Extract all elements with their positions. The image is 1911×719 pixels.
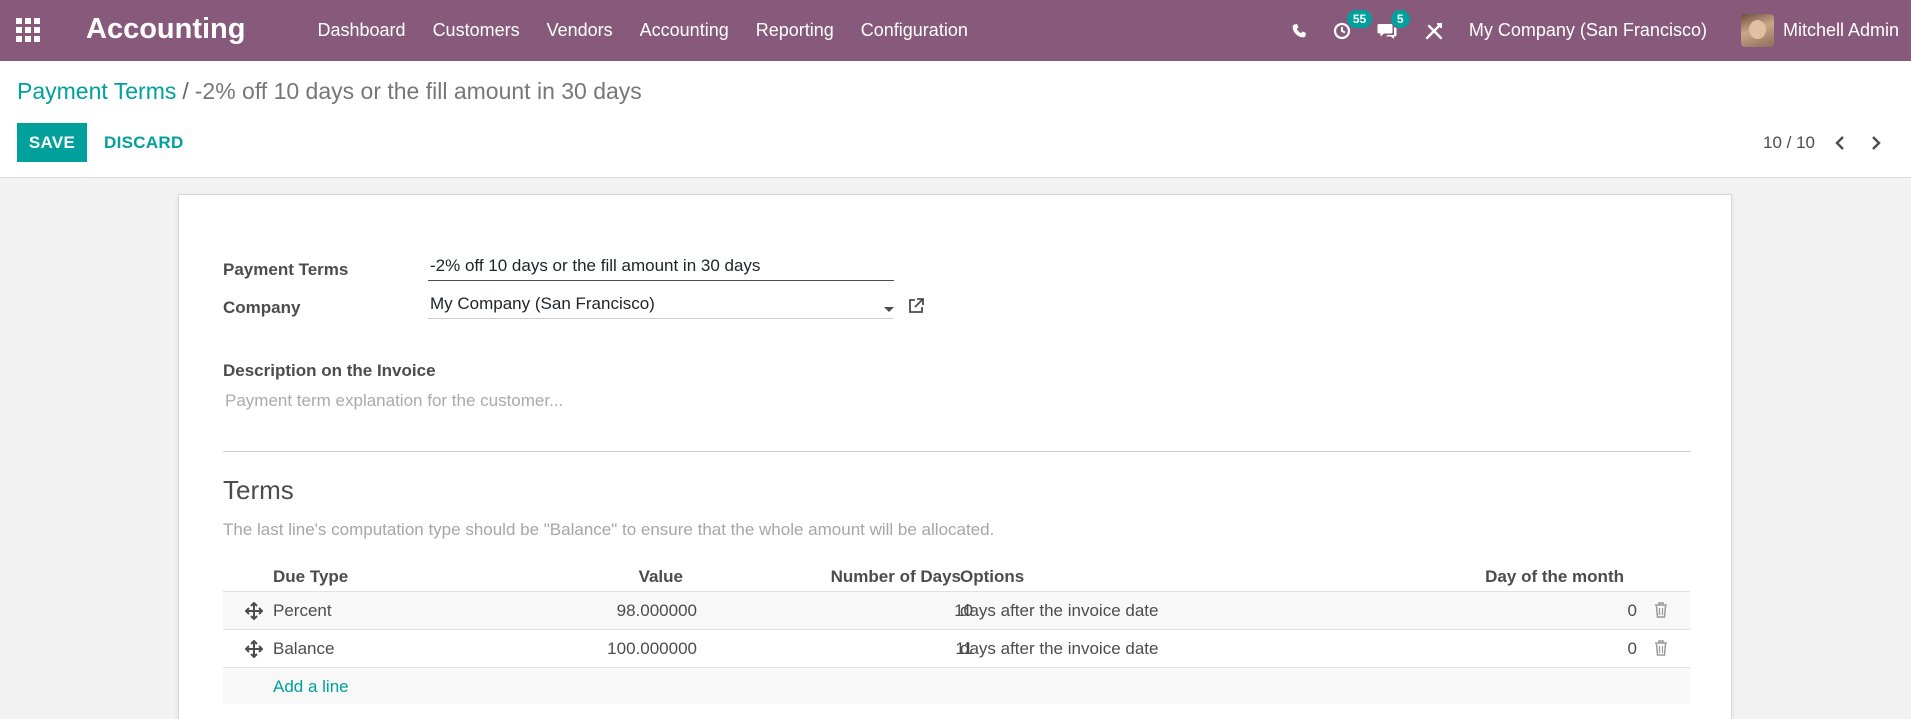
cell-number-of-days: 10 bbox=[954, 601, 973, 620]
menu-item-customers[interactable]: Customers bbox=[419, 20, 533, 41]
divider bbox=[223, 451, 1690, 452]
main-menu: Dashboard Customers Vendors Accounting R… bbox=[304, 0, 981, 61]
add-line-link[interactable]: Add a line bbox=[273, 677, 349, 697]
terms-section-title: Terms bbox=[223, 475, 294, 505]
add-line-row: Add a line bbox=[223, 667, 1690, 704]
company-select[interactable] bbox=[428, 289, 894, 319]
company-label: Company bbox=[223, 298, 301, 317]
drag-handle-icon[interactable] bbox=[244, 639, 264, 663]
menu-item-accounting[interactable]: Accounting bbox=[626, 20, 742, 41]
activity-badge: 55 bbox=[1346, 9, 1373, 28]
chevron-down-icon[interactable] bbox=[884, 307, 894, 312]
table-row[interactable]: Percent 98.000000 10 days after the invo… bbox=[223, 591, 1690, 629]
chevron-right-icon bbox=[1872, 136, 1881, 150]
chevron-left-icon bbox=[1835, 136, 1844, 150]
clock-activity-icon[interactable]: 55 bbox=[1333, 9, 1373, 40]
apps-grid-icon[interactable] bbox=[16, 18, 42, 42]
cell-due-type: Balance bbox=[273, 639, 335, 658]
column-header-day-of-month[interactable]: Day of the month bbox=[1423, 567, 1624, 587]
breadcrumb-current: -2% off 10 days or the fill amount in 30… bbox=[194, 78, 642, 104]
user-name: Mitchell Admin bbox=[1782, 20, 1899, 40]
discard-button[interactable]: DISCARD bbox=[96, 123, 192, 162]
form-sheet: Payment Terms Company Description on the… bbox=[178, 194, 1732, 719]
pager-next-button[interactable] bbox=[1863, 132, 1889, 154]
cell-options: days after the invoice date bbox=[960, 601, 1159, 620]
top-navbar: Accounting Dashboard Customers Vendors A… bbox=[0, 0, 1911, 61]
breadcrumb-parent[interactable]: Payment Terms bbox=[17, 78, 176, 104]
external-link-icon[interactable] bbox=[907, 297, 925, 320]
column-header-options[interactable]: Options bbox=[960, 567, 1024, 587]
description-label: Description on the Invoice bbox=[223, 361, 436, 380]
terms-help-text: The last line's computation type should … bbox=[223, 520, 995, 539]
menu-item-vendors[interactable]: Vendors bbox=[533, 20, 626, 41]
avatar bbox=[1740, 14, 1774, 47]
phone-icon[interactable] bbox=[1291, 23, 1307, 39]
cell-due-type: Percent bbox=[273, 601, 332, 620]
save-button[interactable]: SAVE bbox=[17, 123, 87, 162]
chat-icon[interactable]: 5 bbox=[1377, 9, 1410, 40]
cell-day-of-month: 0 bbox=[1627, 639, 1637, 658]
systray: 55 5 My Company (San Francisco) Mitchell… bbox=[1291, 0, 1911, 61]
column-header-number-of-days[interactable]: Number of Days bbox=[763, 567, 961, 587]
company-switcher[interactable]: My Company (San Francisco) bbox=[1469, 20, 1707, 41]
messages-badge: 5 bbox=[1390, 9, 1410, 28]
menu-item-reporting[interactable]: Reporting bbox=[742, 20, 847, 41]
table-row[interactable]: Balance 100.000000 11 days after the inv… bbox=[223, 629, 1690, 667]
drag-handle-icon[interactable] bbox=[244, 601, 264, 625]
app-title[interactable]: Accounting bbox=[86, 13, 246, 46]
control-panel: Payment Terms / -2% off 10 days or the fil… bbox=[0, 61, 1911, 178]
breadcrumb: Payment Terms / -2% off 10 days or the fil… bbox=[17, 78, 642, 105]
debug-tools-icon[interactable] bbox=[1425, 22, 1443, 40]
cell-options: days after the invoice date bbox=[960, 639, 1159, 658]
menu-item-configuration[interactable]: Configuration bbox=[847, 20, 981, 41]
cell-day-of-month: 0 bbox=[1627, 601, 1637, 620]
breadcrumb-separator: / bbox=[182, 78, 189, 104]
pager-previous-button[interactable] bbox=[1827, 132, 1853, 154]
payment-terms-input[interactable] bbox=[428, 251, 894, 281]
column-header-value[interactable]: Value bbox=[611, 567, 683, 587]
trash-icon[interactable] bbox=[1654, 602, 1668, 623]
payment-terms-label: Payment Terms bbox=[223, 260, 349, 279]
cell-value: 98.000000 bbox=[616, 601, 697, 620]
description-input[interactable]: Payment term explanation for the custome… bbox=[225, 391, 563, 411]
trash-icon[interactable] bbox=[1654, 640, 1668, 661]
user-menu[interactable]: Mitchell Admin bbox=[1740, 14, 1899, 47]
pager-value[interactable]: 10 / 10 bbox=[1763, 133, 1815, 153]
cell-value: 100.000000 bbox=[607, 639, 697, 658]
menu-item-dashboard[interactable]: Dashboard bbox=[304, 20, 419, 41]
column-header-due-type[interactable]: Due Type bbox=[273, 567, 348, 587]
cell-number-of-days: 11 bbox=[955, 639, 973, 658]
